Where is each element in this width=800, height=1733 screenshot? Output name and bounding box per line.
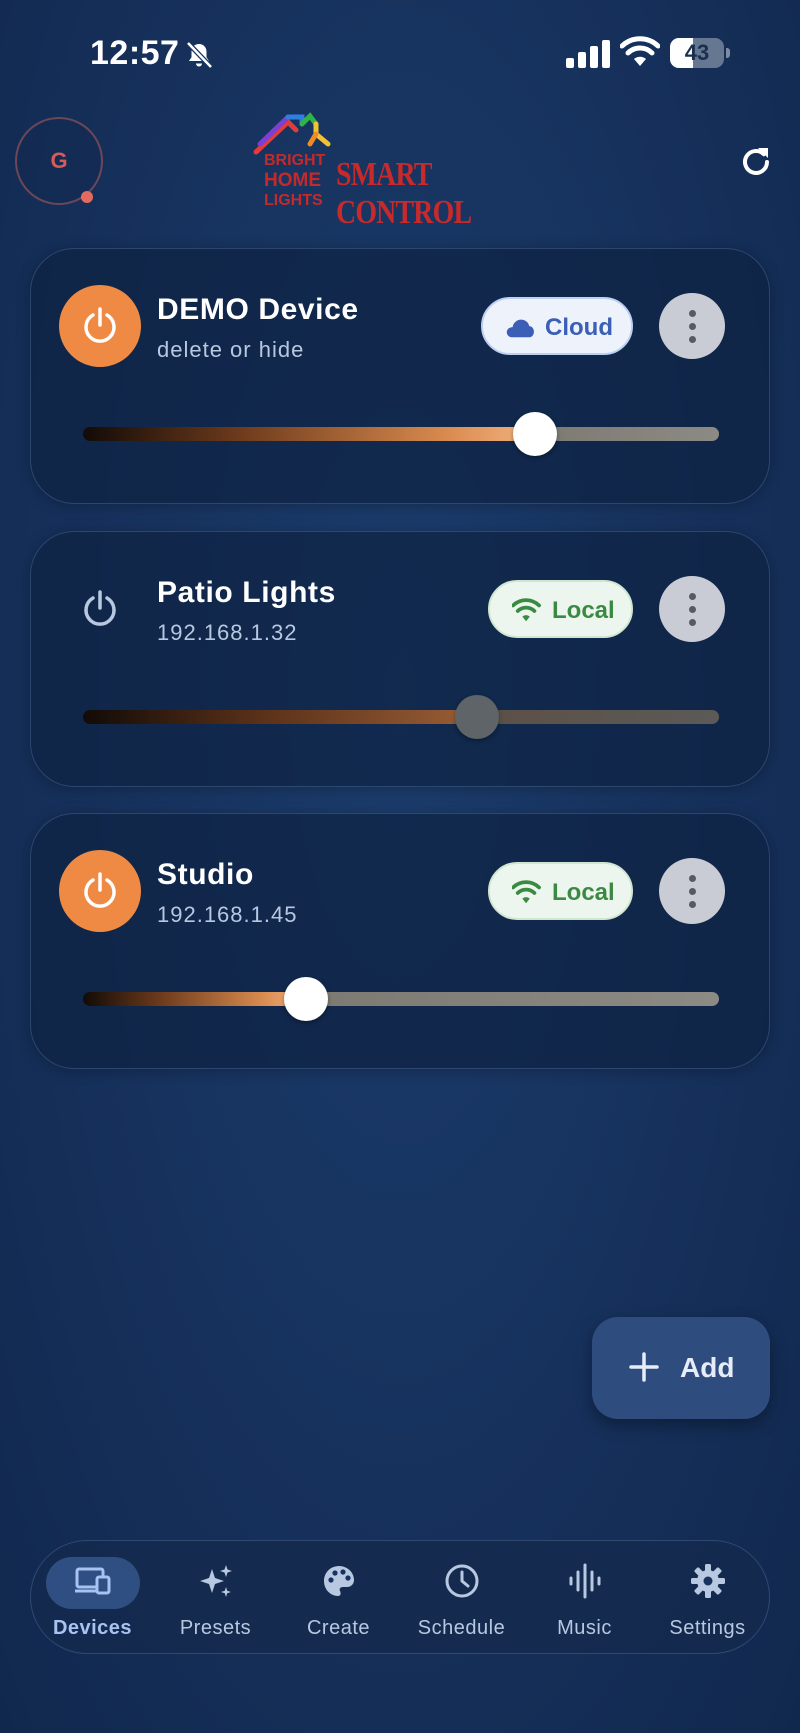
bell-slash-icon	[186, 41, 213, 69]
brightness-slider-thumb[interactable]	[513, 412, 557, 456]
connection-label: Local	[552, 879, 615, 906]
logo-lights: LIGHTS	[264, 192, 323, 209]
logo-bright: BRIGHT	[264, 152, 326, 169]
nav-label-devices: Devices	[52, 1617, 133, 1639]
nav-item-devices[interactable]: Devices	[31, 1541, 154, 1655]
connection-label: Local	[552, 597, 615, 624]
power-button[interactable]	[59, 850, 141, 932]
device-name: DEMO Device	[157, 293, 359, 326]
nav-label-settings: Settings	[669, 1617, 746, 1639]
power-icon	[84, 872, 116, 908]
status-time: 12:57	[90, 34, 180, 72]
cellular-signal-icon	[566, 40, 610, 68]
battery-level: 43	[684, 40, 710, 65]
refresh-icon[interactable]	[738, 144, 774, 180]
logo-home: HOME	[264, 170, 321, 191]
device-name: Studio	[157, 858, 254, 891]
devices-icon	[75, 1567, 111, 1595]
nav-item-schedule[interactable]: Schedule	[400, 1541, 523, 1655]
nav-label-create: Create	[306, 1617, 371, 1639]
sparkles-icon	[200, 1565, 232, 1597]
power-icon	[84, 590, 116, 626]
nav-label-music: Music	[557, 1617, 612, 1639]
brightness-slider-thumb[interactable]	[284, 977, 328, 1021]
nav-label-presets: Presets	[179, 1617, 252, 1639]
connection-label: Cloud	[545, 314, 613, 341]
device-subtitle: 192.168.1.32	[157, 620, 298, 645]
connection-badge[interactable]: Local	[488, 862, 633, 920]
device-subtitle: 192.168.1.45	[157, 902, 298, 927]
nav-label-schedule: Schedule	[417, 1617, 506, 1639]
avatar-status-dot	[81, 191, 93, 203]
gear-icon	[691, 1564, 725, 1598]
logo-title: SMART CONTROL	[336, 156, 472, 231]
add-device-button[interactable]: Add	[592, 1317, 770, 1419]
brightness-slider[interactable]	[83, 710, 719, 724]
connection-badge[interactable]: Local	[488, 580, 633, 638]
device-card[interactable]: DEMO Device delete or hide Cloud	[30, 248, 770, 504]
plus-icon	[629, 1352, 659, 1382]
device-card[interactable]: Studio 192.168.1.45 Local	[30, 813, 770, 1069]
power-icon	[84, 307, 116, 343]
wifi-icon	[512, 880, 541, 904]
device-name: Patio Lights	[157, 576, 336, 609]
power-button[interactable]	[59, 285, 141, 367]
app-logo: BRIGHT HOME LIGHTS SMART CONTROL	[252, 112, 562, 231]
bottom-nav: Devices Presets Create Schedule Music Se…	[30, 1540, 770, 1654]
battery-icon: 43	[670, 38, 730, 68]
power-button[interactable]	[59, 568, 141, 650]
nav-item-music[interactable]: Music	[523, 1541, 646, 1655]
nav-item-settings[interactable]: Settings	[646, 1541, 769, 1655]
avatar[interactable]: G	[15, 117, 103, 205]
brightness-slider-thumb[interactable]	[455, 695, 499, 739]
device-card[interactable]: Patio Lights 192.168.1.32 Local	[30, 531, 770, 787]
status-bar: 12:57 43	[0, 0, 800, 100]
wifi-icon	[512, 598, 541, 622]
more-options-button[interactable]	[659, 858, 725, 924]
device-subtitle: delete or hide	[157, 337, 305, 362]
cloud-icon	[506, 319, 534, 338]
palette-icon	[324, 1566, 354, 1596]
add-button-label: Add	[680, 1352, 735, 1383]
clock-icon	[445, 1564, 479, 1598]
brightness-slider[interactable]	[83, 992, 719, 1006]
more-options-button[interactable]	[659, 576, 725, 642]
nav-item-presets[interactable]: Presets	[154, 1541, 277, 1655]
brightness-slider[interactable]	[83, 427, 719, 441]
connection-badge[interactable]: Cloud	[481, 297, 633, 355]
audio-wave-icon	[569, 1563, 601, 1599]
nav-item-create[interactable]: Create	[277, 1541, 400, 1655]
wifi-icon	[620, 36, 660, 66]
more-options-button[interactable]	[659, 293, 725, 359]
